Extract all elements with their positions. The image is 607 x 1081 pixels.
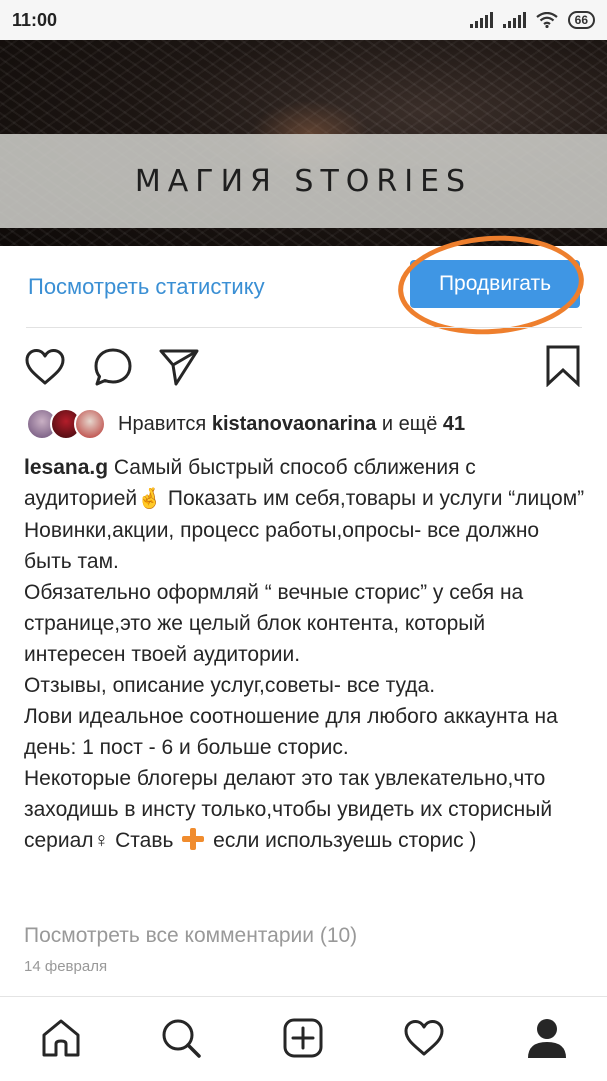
battery-icon: 66 bbox=[567, 11, 595, 29]
likes-middle: и ещё bbox=[381, 412, 438, 435]
heart-icon[interactable] bbox=[24, 348, 66, 391]
divider bbox=[26, 327, 582, 328]
liker-username[interactable]: kistanovaonarina bbox=[212, 413, 377, 435]
caption-line: Новинки,акции, процесс работы,опросы- вс… bbox=[24, 519, 540, 573]
likes-text: Нравится kistanovaonarina и ещё 41 bbox=[118, 413, 465, 436]
profile-icon[interactable] bbox=[526, 1017, 568, 1064]
share-icon[interactable] bbox=[158, 347, 200, 392]
plus-emoji-icon bbox=[182, 828, 205, 850]
caption-line: Обязательно оформляй “ вечные сторис” у … bbox=[24, 581, 524, 666]
add-post-icon[interactable] bbox=[282, 1017, 324, 1064]
comment-icon[interactable] bbox=[92, 347, 134, 392]
hand-emoji-icon: 🤞 bbox=[137, 488, 163, 510]
caption-line: если используешь сторис ) bbox=[213, 829, 477, 852]
caption-line: Отзывы, описание услуг,советы- все туда. bbox=[24, 674, 436, 697]
activity-heart-icon[interactable] bbox=[403, 1017, 445, 1064]
caption-author[interactable]: lesana.g bbox=[24, 456, 108, 479]
caption-line: Лови идеальное соотношение для любого ак… bbox=[24, 705, 558, 759]
promote-button[interactable]: Продвигать bbox=[410, 260, 580, 308]
liker-avatars bbox=[26, 408, 106, 440]
banner-text: МАГИЯ STORIES bbox=[134, 163, 473, 199]
wifi-icon bbox=[535, 12, 558, 28]
status-bar: 11:00 66 bbox=[0, 0, 607, 40]
caption-line: ♀ Ставь bbox=[93, 829, 174, 852]
post-actions bbox=[0, 340, 607, 392]
home-icon[interactable] bbox=[40, 1017, 82, 1064]
avatar bbox=[74, 408, 106, 440]
post-date: 14 февраля bbox=[24, 958, 108, 975]
signal-icon bbox=[469, 12, 493, 28]
bottom-navigation bbox=[0, 996, 607, 1081]
caption-line: Показать им себя,товары и услуги “лицом” bbox=[167, 487, 585, 510]
post-image[interactable]: МАГИЯ STORIES bbox=[0, 40, 607, 246]
likes-prefix: Нравится bbox=[118, 412, 207, 435]
status-time: 11:00 bbox=[12, 9, 58, 30]
likes-count[interactable]: 41 bbox=[443, 413, 465, 435]
signal-icon-2 bbox=[502, 12, 526, 28]
post-image-banner: МАГИЯ STORIES bbox=[0, 134, 607, 228]
post-caption: lesana.g Самый быстрый способ сближения … bbox=[24, 452, 590, 856]
bookmark-icon[interactable] bbox=[545, 345, 581, 392]
likes-row[interactable]: Нравится kistanovaonarina и ещё 41 bbox=[26, 406, 465, 442]
view-all-comments-link[interactable]: Посмотреть все комментарии (10) bbox=[24, 924, 357, 948]
search-icon[interactable] bbox=[160, 1017, 202, 1064]
insights-row: Посмотреть статистику Продвигать bbox=[0, 246, 607, 328]
status-icons: 66 bbox=[469, 11, 595, 29]
view-stats-link[interactable]: Посмотреть статистику bbox=[28, 274, 265, 300]
